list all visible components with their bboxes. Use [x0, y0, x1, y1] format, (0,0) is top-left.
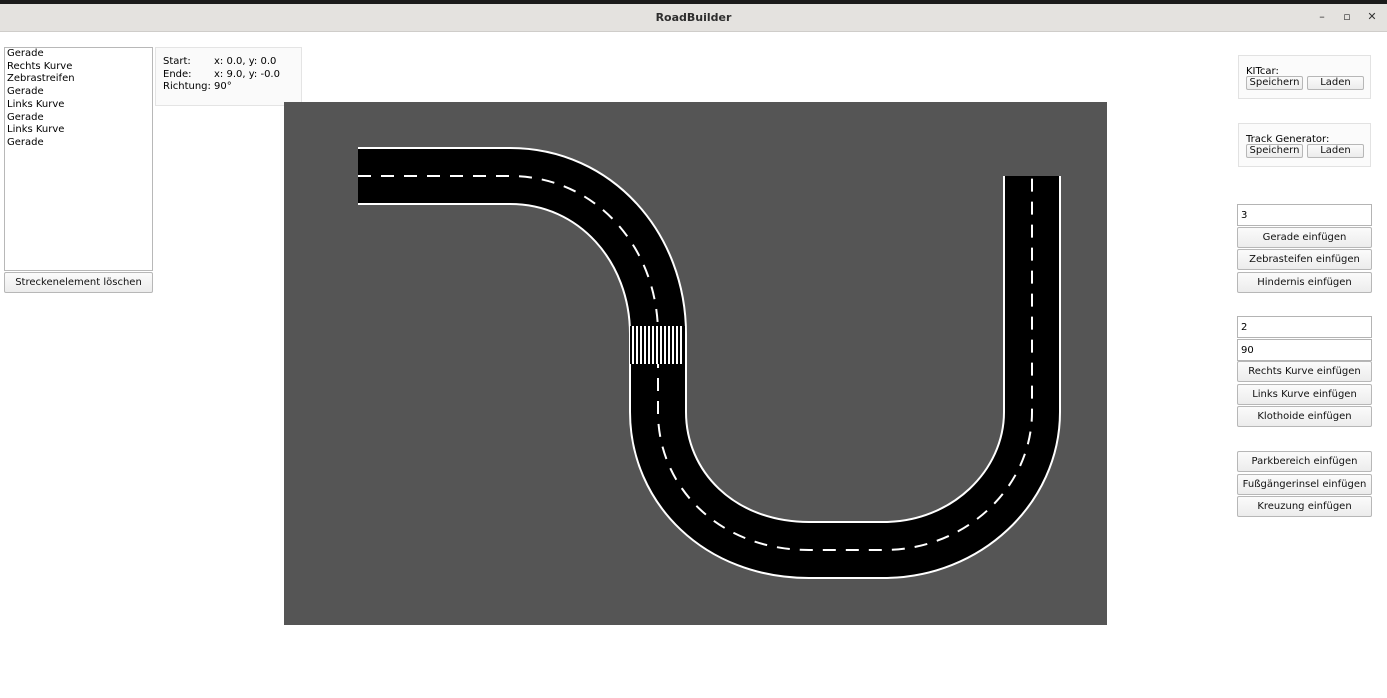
generator-load-button[interactable]: Laden [1307, 144, 1364, 158]
list-item[interactable]: Gerade [7, 86, 150, 99]
generator-save-button[interactable]: Speichern [1246, 144, 1303, 158]
list-item[interactable]: Gerade [7, 48, 150, 61]
list-item[interactable]: Zebrastreifen [7, 73, 150, 86]
curve-angle-input[interactable]: 90 [1237, 339, 1372, 361]
list-item[interactable]: Links Kurve [7, 124, 150, 137]
start-label: Start: [163, 56, 191, 67]
list-item[interactable]: Rechts Kurve [7, 61, 150, 74]
kitcar-load-button[interactable]: Laden [1307, 76, 1364, 90]
direction-label: Richtung: [163, 81, 211, 93]
insert-right-curve-button[interactable]: Rechts Kurve einfügen [1237, 361, 1372, 382]
insert-parking-button[interactable]: Parkbereich einfügen [1237, 451, 1372, 472]
kitcar-save-button[interactable]: Speichern [1246, 76, 1303, 90]
track-canvas[interactable] [284, 102, 1107, 625]
insert-straight-button[interactable]: Gerade einfügen [1237, 227, 1372, 248]
delete-element-button[interactable]: Streckenelement löschen [4, 272, 153, 293]
window-title: RoadBuilder [655, 11, 732, 24]
curve-radius-input[interactable]: 2 [1237, 316, 1372, 338]
minimize-icon[interactable]: – [1315, 10, 1329, 23]
track-drawing [344, 146, 1064, 579]
road-end-cap [1000, 162, 1064, 176]
insert-clothoid-button[interactable]: Klothoide einfügen [1237, 406, 1372, 427]
track-element-list[interactable]: Gerade Rechts Kurve Zebrastreifen Gerade… [4, 47, 153, 271]
maximize-icon[interactable]: ▫ [1340, 10, 1354, 23]
road-surface [358, 149, 1059, 577]
crosswalk [630, 326, 685, 364]
list-item[interactable]: Gerade [7, 112, 150, 125]
insert-intersection-button[interactable]: Kreuzung einfügen [1237, 496, 1372, 517]
start-value: x: 0.0, y: 0.0 [214, 56, 277, 67]
end-label: Ende: [163, 68, 192, 80]
insert-obstacle-button[interactable]: Hindernis einfügen [1237, 272, 1372, 293]
straight-length-input[interactable]: 3 [1237, 204, 1372, 226]
kitcar-panel: KITcar: Speichern Laden [1238, 55, 1371, 99]
list-item[interactable]: Links Kurve [7, 99, 150, 112]
close-icon[interactable]: ✕ [1365, 10, 1379, 23]
end-value: x: 9.0, y: -0.0 [214, 68, 280, 80]
insert-zebra-button[interactable]: Zebrasteifen einfügen [1237, 249, 1372, 270]
position-info: Start: x: 0.0, y: 0.0 Ende: x: 9.0, y: -0.… [155, 47, 302, 106]
track-generator-panel: Track Generator: Speichern Laden [1238, 123, 1371, 167]
insert-pedestrian-island-button[interactable]: Fußgängerinsel einfügen [1237, 474, 1372, 495]
direction-value: 90° [214, 81, 232, 93]
title-bar: RoadBuilder – ▫ ✕ [0, 4, 1387, 32]
app-window: RoadBuilder – ▫ ✕ Gerade Rechts Kurve Ze… [0, 4, 1387, 698]
insert-left-curve-button[interactable]: Links Kurve einfügen [1237, 384, 1372, 405]
list-item[interactable]: Gerade [7, 137, 150, 150]
road-start-cap [344, 146, 358, 206]
main-content: Gerade Rechts Kurve Zebrastreifen Gerade… [0, 32, 1387, 698]
